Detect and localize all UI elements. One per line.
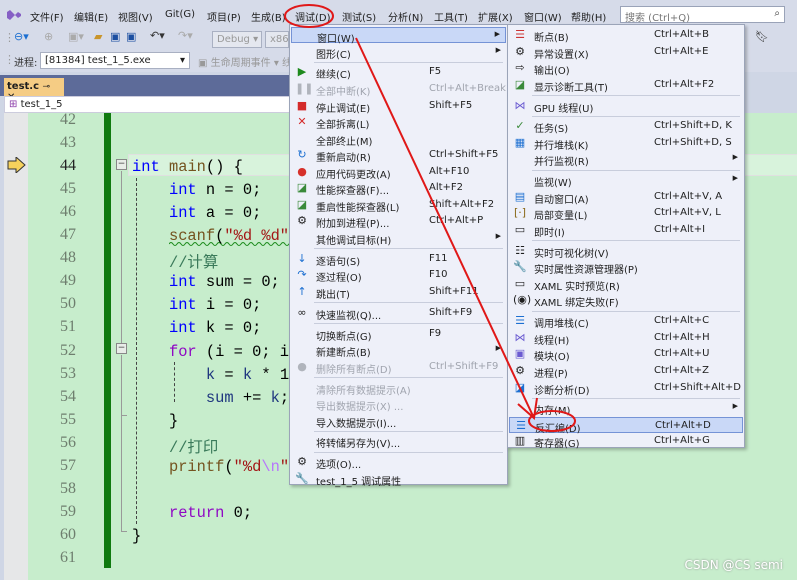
annotation-arrow xyxy=(355,37,534,417)
annotation-arrowhead xyxy=(517,397,538,420)
watermark: CSDN @CS semi xyxy=(684,558,784,572)
annotation-overlay xyxy=(284,4,576,432)
annotation-circle-debug-menu xyxy=(284,4,334,28)
annotation-circle-disassembly xyxy=(528,410,576,432)
